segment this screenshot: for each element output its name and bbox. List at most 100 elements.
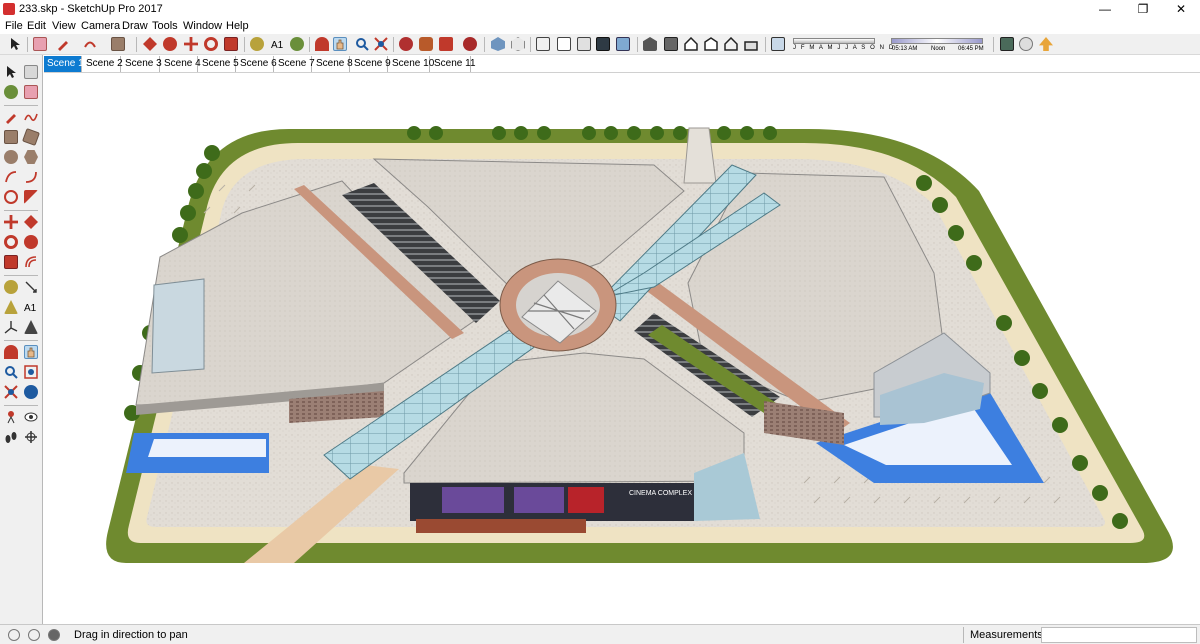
- shadows-toggle-icon[interactable]: [771, 37, 785, 51]
- rotate-tool-icon[interactable]: [4, 235, 18, 249]
- follow-me-icon[interactable]: [24, 235, 38, 249]
- monochrome-icon[interactable]: [616, 37, 630, 51]
- preview-earth-icon[interactable]: [1039, 37, 1053, 51]
- offset-tool-icon[interactable]: [24, 255, 38, 269]
- menu-camera[interactable]: Camera: [81, 20, 120, 32]
- close-button[interactable]: ✕: [1162, 0, 1200, 19]
- walk-tool-icon[interactable]: [4, 430, 18, 444]
- eraser-icon[interactable]: [24, 85, 38, 99]
- menu-file[interactable]: File: [5, 20, 23, 32]
- hidden-line-icon[interactable]: [557, 37, 571, 51]
- move-tool-icon[interactable]: [184, 37, 198, 51]
- arc-tool-icon[interactable]: [4, 170, 18, 184]
- zoom-tool-icon[interactable]: [355, 37, 369, 51]
- make-component-icon[interactable]: [24, 65, 38, 79]
- geolocation-icon[interactable]: [8, 629, 20, 641]
- tab-scene-3[interactable]: Scene 3: [122, 56, 162, 72]
- shaded-with-textures-icon[interactable]: [596, 37, 610, 51]
- push-pull-icon[interactable]: [24, 215, 38, 229]
- extension-warehouse-icon[interactable]: [463, 37, 477, 51]
- toggle-terrain-icon[interactable]: [1019, 37, 1033, 51]
- protractor-icon[interactable]: [4, 300, 18, 314]
- measurements-input[interactable]: [1041, 627, 1197, 643]
- pan-tool-icon[interactable]: [333, 37, 347, 51]
- credits-icon[interactable]: [28, 629, 40, 641]
- rotated-rectangle-icon[interactable]: [22, 128, 40, 146]
- model-viewport[interactable]: CINEMA COMPLEX: [44, 72, 1200, 624]
- follow-me-icon[interactable]: [163, 37, 177, 51]
- iso-view-icon[interactable]: [643, 37, 657, 51]
- dimension-tool-icon[interactable]: [24, 280, 38, 294]
- section-plane-icon[interactable]: [24, 430, 38, 444]
- wireframe-icon[interactable]: [536, 37, 550, 51]
- back-view-icon[interactable]: [724, 36, 738, 51]
- minimize-button[interactable]: —: [1086, 0, 1124, 19]
- previous-view-icon[interactable]: [24, 385, 38, 399]
- push-pull-icon[interactable]: [143, 37, 157, 51]
- select-tool-icon[interactable]: [8, 37, 22, 51]
- pie-tool-icon[interactable]: [24, 190, 38, 204]
- menu-tools[interactable]: Tools: [152, 20, 178, 32]
- scale-tool-icon[interactable]: [4, 255, 18, 269]
- back-edges-icon[interactable]: [511, 37, 525, 51]
- move-tool-icon[interactable]: [4, 215, 18, 229]
- maximize-button[interactable]: ❐: [1124, 0, 1162, 19]
- components-icon[interactable]: [419, 37, 433, 51]
- front-view-icon[interactable]: [684, 36, 698, 51]
- zoom-tool-icon[interactable]: [4, 365, 18, 379]
- menu-edit[interactable]: Edit: [27, 20, 46, 32]
- user-icon[interactable]: [48, 629, 60, 641]
- right-view-icon[interactable]: [704, 37, 718, 51]
- paint-bucket-icon[interactable]: [290, 37, 304, 51]
- rotate-tool-icon[interactable]: [204, 37, 218, 51]
- eraser-icon[interactable]: [33, 37, 47, 51]
- tab-scene-7[interactable]: Scene 7: [275, 56, 315, 72]
- add-location-icon[interactable]: [1000, 37, 1014, 51]
- tape-measure-icon[interactable]: [250, 37, 264, 51]
- axes-tool-icon[interactable]: [4, 320, 18, 334]
- tab-scene-8[interactable]: Scene 8: [313, 56, 353, 72]
- position-camera-icon[interactable]: [4, 410, 18, 424]
- freehand-tool-icon[interactable]: [24, 110, 38, 124]
- pencil-icon[interactable]: [56, 37, 70, 51]
- tab-scene-11[interactable]: Scene 11: [431, 56, 476, 72]
- share-model-icon[interactable]: [439, 37, 453, 51]
- line-tool-icon[interactable]: [4, 110, 18, 124]
- text-tool-icon[interactable]: A1: [24, 300, 38, 314]
- select-tool-icon[interactable]: [4, 65, 18, 79]
- menu-draw[interactable]: Draw: [122, 20, 148, 32]
- arc-tool-icon[interactable]: [83, 37, 97, 51]
- tab-scene-6[interactable]: Scene 6: [237, 56, 277, 72]
- month-slider[interactable]: [793, 38, 875, 44]
- text-tool-icon[interactable]: A1: [270, 37, 284, 51]
- tab-scene-1[interactable]: Scene 1: [44, 56, 84, 72]
- tab-scene-9[interactable]: Scene 9: [351, 56, 391, 72]
- tab-scene-2[interactable]: Scene 2: [83, 56, 123, 72]
- rectangle-tool-icon[interactable]: [111, 37, 125, 51]
- shaded-icon[interactable]: [577, 37, 591, 51]
- two-point-arc-icon[interactable]: [24, 170, 38, 184]
- look-around-icon[interactable]: [24, 410, 38, 424]
- rectangle-tool-icon[interactable]: [4, 130, 18, 144]
- pan-tool-icon[interactable]: [24, 345, 38, 359]
- tab-scene-10[interactable]: Scene 10: [389, 56, 434, 72]
- orbit-tool-icon[interactable]: [315, 37, 329, 51]
- three-point-arc-icon[interactable]: [4, 190, 18, 204]
- circle-tool-icon[interactable]: [4, 150, 18, 164]
- tab-scene-5[interactable]: Scene 5: [199, 56, 239, 72]
- top-view-icon[interactable]: [664, 37, 678, 51]
- warehouse-icon[interactable]: [399, 37, 413, 51]
- xray-style-icon[interactable]: [491, 37, 505, 51]
- zoom-window-icon[interactable]: [24, 365, 38, 379]
- tab-scene-4[interactable]: Scene 4: [161, 56, 201, 72]
- zoom-extents-icon[interactable]: [4, 385, 18, 399]
- 3d-text-icon[interactable]: [24, 320, 38, 334]
- zoom-extents-icon[interactable]: [374, 37, 388, 51]
- orbit-tool-icon[interactable]: [4, 345, 18, 359]
- tape-measure-icon[interactable]: [4, 280, 18, 294]
- scale-tool-icon[interactable]: [224, 37, 238, 51]
- polygon-tool-icon[interactable]: [24, 150, 38, 164]
- left-view-icon[interactable]: [744, 37, 758, 51]
- menu-view[interactable]: View: [52, 20, 76, 32]
- menu-help[interactable]: Help: [226, 20, 249, 32]
